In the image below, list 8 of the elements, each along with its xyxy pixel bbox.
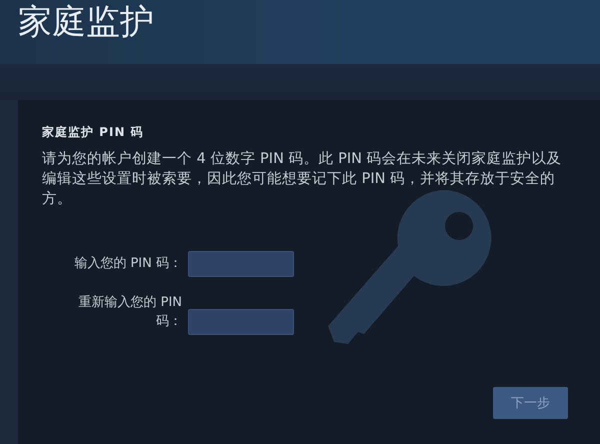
description-text: 请为您的帐户创建一个 4 位数字 PIN 码。此 PIN 码会在未来关闭家庭监护以及 编辑这些设置时被索要，因此您可能想要记下此 PIN 码，并将其存放于安全的 方。 — [42, 150, 563, 209]
section-heading: 家庭监护 PIN 码 — [42, 124, 145, 141]
window-title: 家庭监护 — [18, 2, 155, 42]
next-button[interactable]: 下一步 — [493, 387, 568, 419]
field-label: 重新输入您的 PIN 码： — [77, 294, 182, 331]
pin-input-field[interactable] — [188, 309, 294, 335]
pin-input-field[interactable] — [188, 251, 294, 277]
field-label: 输入您的 PIN 码： — [73, 255, 182, 273]
